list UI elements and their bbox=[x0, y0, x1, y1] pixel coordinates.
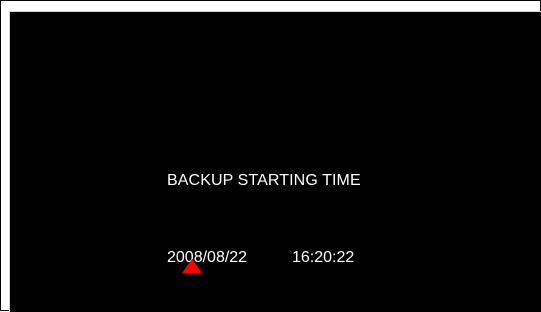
backup-date-field[interactable]: 2008/08/22 bbox=[167, 248, 247, 268]
backup-time-field[interactable]: 16:20:22 bbox=[292, 248, 354, 268]
backup-starting-time-heading: BACKUP STARTING TIME bbox=[167, 172, 361, 189]
outer-frame: BACKUP STARTING TIME 2008/08/22 16:20:22 bbox=[0, 0, 541, 312]
osd-screen: BACKUP STARTING TIME 2008/08/22 16:20:22 bbox=[9, 11, 541, 312]
selection-cursor-icon bbox=[182, 259, 202, 273]
